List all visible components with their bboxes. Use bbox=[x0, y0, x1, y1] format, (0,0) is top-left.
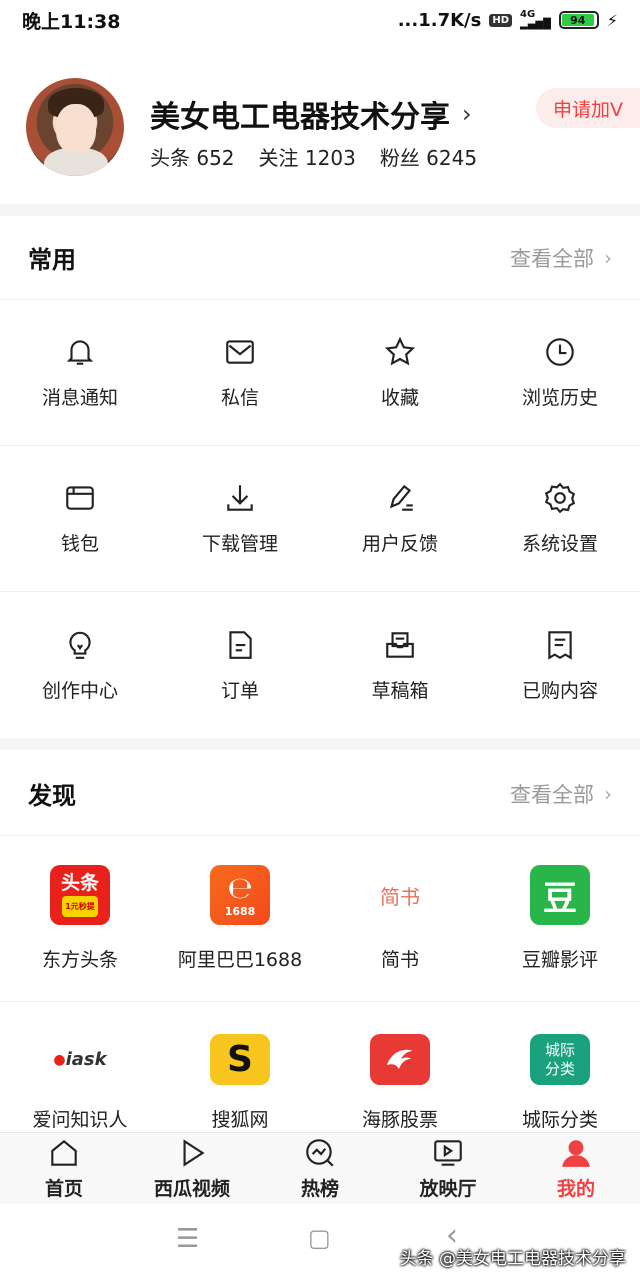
app-dolphin-stock[interactable]: 海豚股票 bbox=[320, 1002, 480, 1132]
menu-icon[interactable]: ☰ bbox=[176, 1224, 199, 1254]
app-sohu[interactable]: S 搜狐网 bbox=[160, 1002, 320, 1132]
status-indicators: ...1.7K/s HD 4G ▂▄▆█ 94 ⚡ bbox=[398, 10, 618, 31]
mail-icon bbox=[226, 340, 254, 364]
net-speed: ...1.7K/s bbox=[397, 9, 482, 31]
app-dongfang-toutiao[interactable]: 头条 1元秒提 东方头条 bbox=[0, 836, 160, 1001]
tab-screening-hall[interactable]: 放映厅 bbox=[384, 1133, 512, 1204]
discover-section-header: 发现 查看全部 › bbox=[0, 752, 640, 836]
hd-icon: HD bbox=[489, 13, 512, 27]
menu-item-downloads[interactable]: 下载管理 bbox=[160, 446, 320, 591]
menu-item-favorites[interactable]: 收藏 bbox=[320, 300, 480, 445]
signal-icon: 4G ▂▄▆█ bbox=[520, 9, 551, 30]
tab-mine[interactable]: 我的 bbox=[512, 1133, 640, 1204]
home-icon bbox=[51, 1139, 77, 1166]
alibaba-1688-app-icon: ℮ 1688 bbox=[210, 865, 270, 925]
tab-home[interactable]: 首页 bbox=[0, 1133, 128, 1204]
menu-item-orders[interactable]: 订单 bbox=[160, 592, 320, 738]
menu-item-history[interactable]: 浏览历史 bbox=[480, 300, 640, 445]
discover-row-1: 头条 1元秒提 东方头条 ℮ 1688 阿里巴巴1688 简书 简书 豆 豆瓣影… bbox=[0, 836, 640, 1002]
download-icon bbox=[227, 485, 253, 511]
chevron-right-icon: › bbox=[604, 245, 612, 270]
dolphin-icon bbox=[387, 1049, 413, 1069]
common-section-title: 常用 bbox=[28, 246, 76, 274]
discover-section-title: 发现 bbox=[28, 782, 76, 810]
sohu-app-icon: S bbox=[210, 1034, 270, 1085]
battery-icon: 94 bbox=[558, 11, 599, 29]
home-square-icon[interactable]: ▢ bbox=[308, 1224, 331, 1252]
wallet-icon bbox=[66, 486, 94, 510]
watermark: 头条 @美女电工电器技术分享 bbox=[399, 1249, 626, 1269]
apply-verify-button[interactable]: 申请加V bbox=[536, 88, 640, 128]
menu-item-messages[interactable]: 私信 bbox=[160, 300, 320, 445]
status-time: 晚上11:38 bbox=[22, 10, 121, 33]
bulb-icon bbox=[69, 631, 91, 659]
menu-item-wallet[interactable]: 钱包 bbox=[0, 446, 160, 591]
jianshu-app-icon: 简书 bbox=[370, 865, 430, 925]
chengji-app-icon: 城际 分类 bbox=[530, 1034, 590, 1085]
document-icon bbox=[229, 630, 252, 659]
menu-item-creator-center[interactable]: 创作中心 bbox=[0, 592, 160, 738]
menu-item-drafts[interactable]: 草稿箱 bbox=[320, 592, 480, 738]
bottom-tab-bar: 首页 西瓜视频 热榜 放映厅 我的 bbox=[0, 1132, 640, 1204]
battery-level: 94 bbox=[561, 14, 594, 27]
chevron-right-icon: › bbox=[604, 781, 612, 806]
profile-name[interactable]: 美女电工电器技术分享 › bbox=[150, 92, 472, 136]
play-icon bbox=[183, 1139, 205, 1167]
chevron-right-icon: › bbox=[462, 100, 472, 128]
tab-xigua-video[interactable]: 西瓜视频 bbox=[128, 1133, 256, 1204]
dolphin-stock-app-icon bbox=[370, 1034, 430, 1085]
tab-trending[interactable]: 热榜 bbox=[256, 1133, 384, 1204]
profile-icon bbox=[562, 1140, 590, 1167]
draft-box-icon bbox=[386, 631, 414, 658]
section-divider bbox=[0, 204, 640, 216]
menu-item-notifications[interactable]: 消息通知 bbox=[0, 300, 160, 445]
avatar[interactable] bbox=[26, 78, 124, 176]
gear-icon bbox=[544, 482, 576, 514]
common-row-1: 消息通知 私信 收藏 浏览历史 bbox=[0, 300, 640, 446]
menu-item-settings[interactable]: 系统设置 bbox=[480, 446, 640, 591]
dongfang-toutiao-app-icon: 头条 1元秒提 bbox=[50, 865, 110, 925]
app-chengji[interactable]: 城际 分类 城际分类 bbox=[480, 1002, 640, 1132]
screen-icon bbox=[434, 1140, 462, 1166]
receipt-icon bbox=[548, 630, 572, 660]
common-section-header: 常用 查看全部 › bbox=[0, 216, 640, 300]
iask-app-icon: ● iask bbox=[50, 1034, 110, 1085]
menu-item-feedback[interactable]: 用户反馈 bbox=[320, 446, 480, 591]
stat-following[interactable]: 关注 1203 bbox=[259, 142, 356, 171]
stat-followers[interactable]: 粉丝 6245 bbox=[380, 142, 477, 171]
profile-header[interactable]: 美女电工电器技术分享 › 头条 652 关注 1203 粉丝 6245 申请加V bbox=[0, 76, 640, 186]
section-divider bbox=[0, 738, 640, 750]
profile-stats: 头条 652 关注 1203 粉丝 6245 bbox=[150, 142, 477, 171]
star-icon bbox=[384, 336, 416, 366]
pen-icon bbox=[389, 484, 413, 511]
stat-articles[interactable]: 头条 652 bbox=[150, 142, 235, 171]
common-view-all-link[interactable]: 查看全部 › bbox=[510, 243, 612, 273]
common-row-2: 钱包 下载管理 用户反馈 系统设置 bbox=[0, 446, 640, 592]
charging-icon: ⚡ bbox=[606, 10, 618, 30]
app-jianshu[interactable]: 简书 简书 bbox=[320, 836, 480, 1001]
clock-icon bbox=[546, 338, 574, 366]
bell-icon bbox=[66, 340, 94, 365]
discover-row-2: ● iask 爱问知识人 S 搜狐网 海豚股票 城际 分类 城际分类 bbox=[0, 1002, 640, 1132]
app-alibaba-1688[interactable]: ℮ 1688 阿里巴巴1688 bbox=[160, 836, 320, 1001]
app-douban[interactable]: 豆 豆瓣影评 bbox=[480, 836, 640, 1001]
douban-app-icon: 豆 bbox=[530, 865, 590, 925]
app-iask[interactable]: ● iask 爱问知识人 bbox=[0, 1002, 160, 1132]
discover-view-all-link[interactable]: 查看全部 › bbox=[510, 779, 612, 809]
common-row-3: 创作中心 订单 草稿箱 已购内容 bbox=[0, 592, 640, 738]
menu-item-purchased[interactable]: 已购内容 bbox=[480, 592, 640, 738]
trending-icon bbox=[306, 1139, 334, 1167]
status-bar: 晚上11:38 ...1.7K/s HD 4G ▂▄▆█ 94 ⚡ bbox=[0, 0, 640, 40]
